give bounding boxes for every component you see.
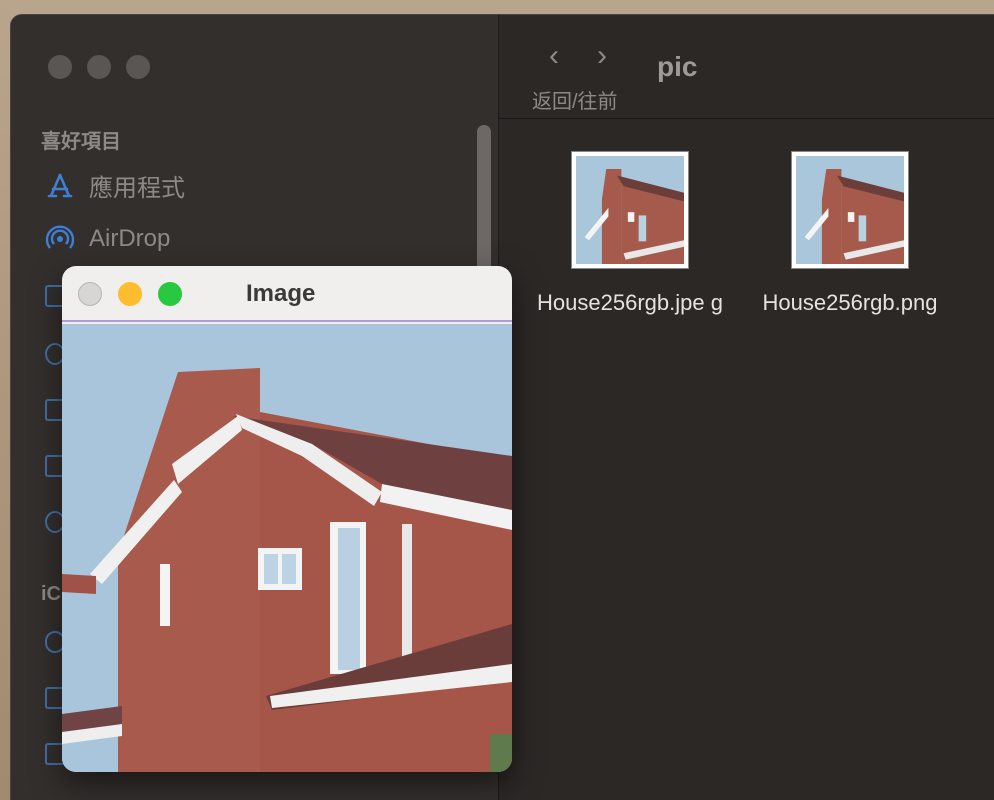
minimize-button[interactable] — [87, 55, 111, 79]
image-window-title: Image — [246, 280, 316, 307]
sidebar-section-icloud: iC — [41, 583, 61, 605]
applications-icon — [45, 171, 75, 201]
close-button[interactable] — [48, 55, 72, 79]
zoom-button[interactable] — [126, 55, 150, 79]
airdrop-icon — [45, 224, 75, 254]
minimize-button[interactable] — [118, 282, 142, 306]
sidebar-item-airdrop[interactable]: AirDrop — [45, 224, 170, 254]
forward-button[interactable]: › — [597, 39, 607, 73]
close-button[interactable] — [78, 282, 102, 306]
sidebar-section-favorites: 喜好項目 — [41, 131, 121, 153]
back-button[interactable]: ‹ — [549, 39, 559, 73]
sidebar-item-applications[interactable]: 應用程式 — [45, 168, 185, 203]
finder-traffic-lights — [48, 55, 150, 79]
file-item[interactable]: House256rgb.jpe g — [520, 151, 740, 319]
image-window-titlebar[interactable]: Image — [62, 266, 512, 322]
toolbar: ‹ › 返回/往前 pic — [499, 15, 994, 119]
file-name: House256rgb.jpe g — [537, 290, 723, 315]
zoom-button[interactable] — [158, 282, 182, 306]
file-thumbnail — [791, 151, 909, 269]
sidebar-item-label: 應用程式 — [89, 175, 185, 202]
image-window-traffic-lights — [78, 282, 182, 306]
sidebar-item-label: AirDrop — [89, 225, 171, 252]
window-title: pic — [657, 51, 698, 82]
file-item[interactable]: House256rgb.png — [740, 151, 960, 319]
file-name: House256rgb.png — [762, 290, 938, 315]
house-image — [62, 324, 512, 772]
nav-caption: 返回/往前 — [532, 91, 618, 113]
main-pane: ‹ › 返回/往前 pic House256rgb.jpe g House256… — [499, 15, 994, 800]
image-window[interactable]: Image — [62, 266, 512, 772]
file-thumbnail — [571, 151, 689, 269]
